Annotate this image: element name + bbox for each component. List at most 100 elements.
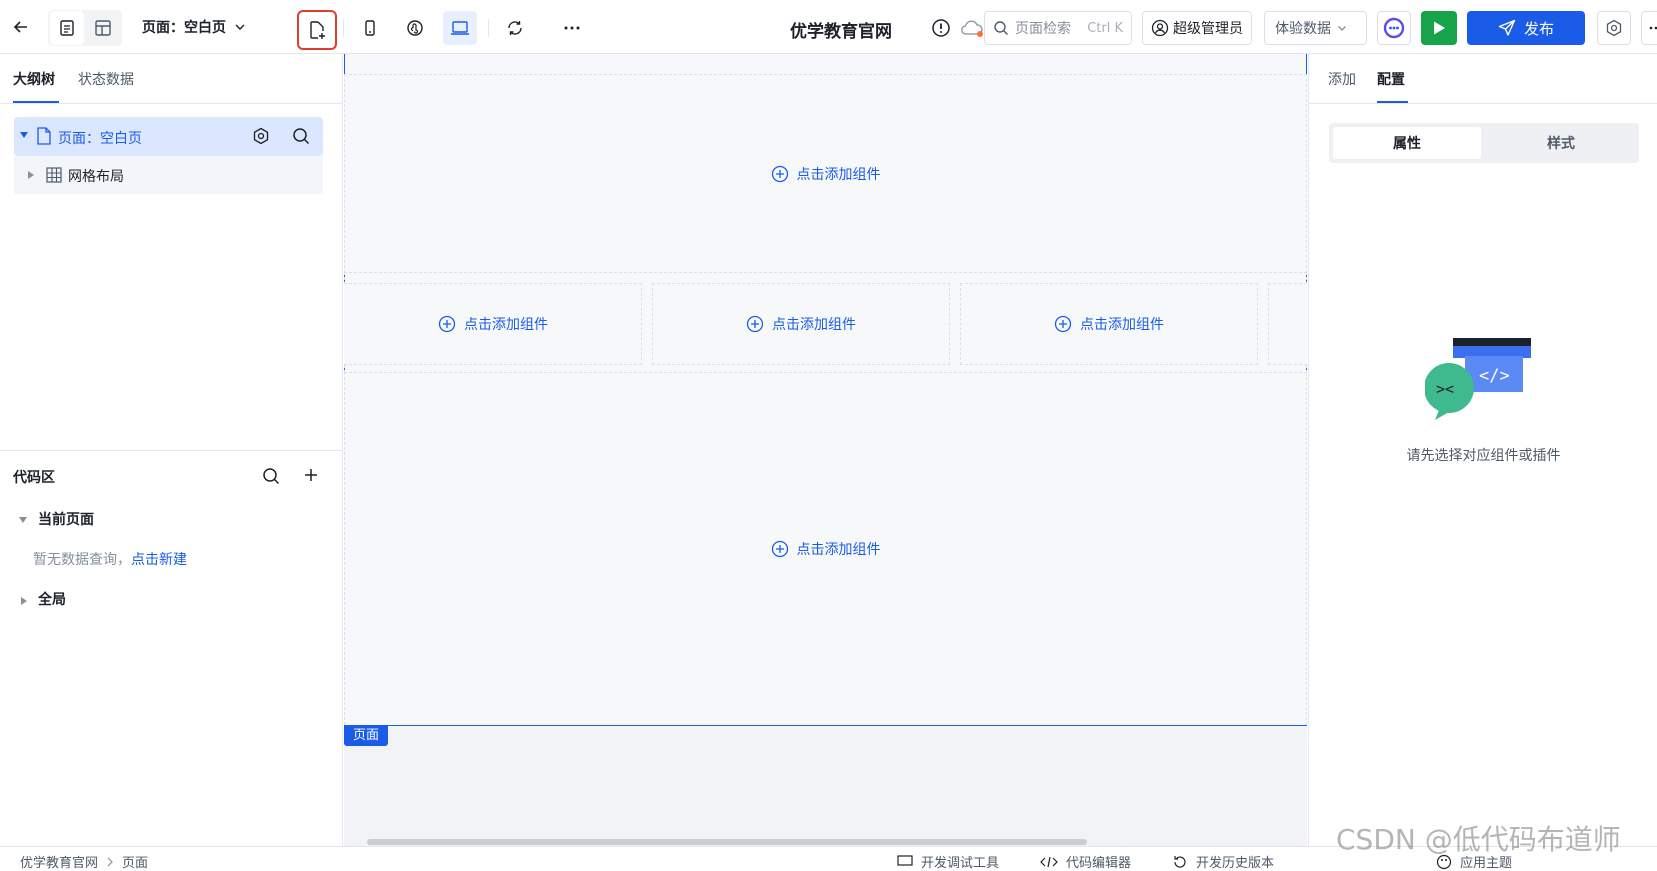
page-selector[interactable]: 页面：空白页 xyxy=(142,17,246,37)
chevron-right-icon xyxy=(106,857,114,867)
caret-right-icon xyxy=(21,597,27,605)
more-button[interactable] xyxy=(555,11,589,45)
refresh-button[interactable] xyxy=(498,11,532,45)
toolbar-divider xyxy=(488,19,489,37)
add-component-button[interactable]: 点击添加组件 xyxy=(1054,314,1164,334)
chevron-down-icon xyxy=(1337,23,1347,33)
new-page-button[interactable] xyxy=(297,10,337,50)
add-component-label: 点击添加组件 xyxy=(1080,317,1164,333)
add-component-label: 点击添加组件 xyxy=(796,542,881,558)
settings-button[interactable] xyxy=(1597,11,1631,45)
segment-style[interactable]: 样式 xyxy=(1487,127,1635,159)
layout-view-button[interactable] xyxy=(86,11,120,45)
data-mode-label: 体验数据 xyxy=(1275,21,1331,37)
user-circle-icon xyxy=(1151,19,1169,37)
grid-cell[interactable]: 点击添加组件 xyxy=(652,283,950,365)
info-button[interactable] xyxy=(924,11,958,45)
segmented-control: 属性 样式 xyxy=(1329,123,1639,163)
play-icon xyxy=(1432,20,1446,36)
ai-assistant-button[interactable] xyxy=(1377,11,1411,45)
tree-node-label: 网格布局 xyxy=(68,169,124,185)
add-component-button[interactable]: 点击添加组件 xyxy=(438,314,548,334)
miniprogram-icon xyxy=(406,19,424,37)
tab-outline-tree[interactable]: 大纲树 xyxy=(13,69,55,89)
history-label: 开发历史版本 xyxy=(1196,856,1275,871)
grid-cell[interactable]: 点击添加组件 xyxy=(344,283,642,365)
left-panel: 大纲树 状态数据 页面：空白页 网格布局 代码区 当前页面 暂无数据查询， 点击… xyxy=(0,54,343,846)
overflow-menu-button[interactable] xyxy=(1641,11,1657,45)
plus-circle-icon xyxy=(771,165,789,183)
tree-node-label: 页面：空白页 xyxy=(58,131,142,147)
cloud-icon xyxy=(960,19,984,37)
mobile-view-button[interactable] xyxy=(353,11,387,45)
search-icon xyxy=(993,20,1009,36)
tab-state-data[interactable]: 状态数据 xyxy=(78,69,134,89)
add-component-button[interactable]: 点击添加组件 xyxy=(746,314,856,334)
segment-properties[interactable]: 属性 xyxy=(1333,127,1481,159)
search-icon[interactable] xyxy=(292,127,310,145)
user-menu[interactable]: 超级管理员 xyxy=(1142,11,1252,45)
grid-cell[interactable] xyxy=(1268,283,1307,365)
dev-tools-label: 开发调试工具 xyxy=(921,856,1000,871)
top-toolbar: 页面：空白页 优学教育官网 页面检索 Ctrl K 超级管理员 体验数据 发布 xyxy=(0,0,1657,54)
empty-illustration: </> >< xyxy=(1425,338,1545,422)
design-canvas: 点击添加组件 点击添加组件 点击添加组件 点击添加组件 点击添加组件 页面 xyxy=(344,54,1307,846)
more-dots-icon xyxy=(563,25,581,31)
plus-icon[interactable] xyxy=(303,467,319,483)
dev-tools-button[interactable]: 开发调试工具 xyxy=(897,852,999,871)
divider xyxy=(0,450,342,451)
plus-circle-icon xyxy=(771,540,789,558)
caret-down-icon xyxy=(19,516,27,524)
arrow-left-icon xyxy=(11,17,31,37)
create-query-link[interactable]: 点击新建 xyxy=(131,549,187,569)
tree-node-grid-layout[interactable]: 网格布局 xyxy=(14,156,323,194)
miniprogram-view-button[interactable] xyxy=(398,11,432,45)
settings-hexagon-icon[interactable] xyxy=(252,127,270,145)
horizontal-scrollbar[interactable] xyxy=(367,839,1087,845)
app-title: 优学教育官网 xyxy=(790,22,892,42)
layout-icon xyxy=(94,19,112,37)
canvas-blank-area xyxy=(344,726,1307,822)
ai-assistant-icon xyxy=(1383,17,1405,39)
search-icon[interactable] xyxy=(262,467,280,485)
code-editor-button[interactable]: 代码编辑器 xyxy=(1040,852,1131,871)
segment-label: 样式 xyxy=(1547,136,1575,152)
run-preview-button[interactable] xyxy=(1421,11,1457,45)
publish-button[interactable]: 发布 xyxy=(1467,11,1585,45)
breadcrumb-item-app[interactable]: 优学教育官网 xyxy=(20,852,98,871)
add-component-button[interactable]: 点击添加组件 xyxy=(771,164,881,184)
tab-add[interactable]: 添加 xyxy=(1328,69,1356,89)
svg-text:</>: </> xyxy=(1479,366,1510,386)
add-component-label: 点击添加组件 xyxy=(796,166,881,183)
search-placeholder: 页面检索 xyxy=(1015,21,1071,37)
page-tag: 页面 xyxy=(344,726,389,746)
mobile-icon xyxy=(361,19,379,37)
back-button[interactable] xyxy=(4,10,38,44)
toolbar-divider xyxy=(343,19,344,37)
document-icon xyxy=(58,19,76,37)
user-label: 超级管理员 xyxy=(1173,21,1243,37)
search-shortcut: Ctrl K xyxy=(1087,20,1123,36)
page-search-input[interactable]: 页面检索 Ctrl K xyxy=(984,11,1132,45)
grid-cell[interactable]: 点击添加组件 xyxy=(960,283,1258,365)
exclamation-circle-icon xyxy=(931,18,951,38)
add-component-button[interactable]: 点击添加组件 xyxy=(771,539,881,559)
desktop-view-button[interactable] xyxy=(443,11,477,45)
empty-text: 暂无数据查询， xyxy=(33,552,131,568)
history-icon xyxy=(1172,854,1188,870)
tree-node-page[interactable]: 页面：空白页 xyxy=(14,117,323,156)
drop-zone-top[interactable]: 点击添加组件 xyxy=(344,74,1307,273)
plus-circle-icon xyxy=(438,315,456,333)
doc-view-button[interactable] xyxy=(50,11,84,45)
drop-zone-bottom[interactable]: 点击添加组件 xyxy=(344,372,1307,725)
history-button[interactable]: 开发历史版本 xyxy=(1172,852,1274,871)
segment-label: 属性 xyxy=(1393,136,1421,152)
breadcrumb-item-page[interactable]: 页面 xyxy=(122,852,148,871)
cloud-sync-status[interactable] xyxy=(960,19,984,37)
chevron-down-icon xyxy=(234,21,246,33)
code-section-current-page[interactable]: 当前页面 xyxy=(38,509,94,529)
data-mode-select[interactable]: 体验数据 xyxy=(1264,11,1367,45)
add-component-label: 点击添加组件 xyxy=(464,317,548,333)
code-section-global[interactable]: 全局 xyxy=(38,589,66,609)
tab-config[interactable]: 配置 xyxy=(1377,69,1405,89)
